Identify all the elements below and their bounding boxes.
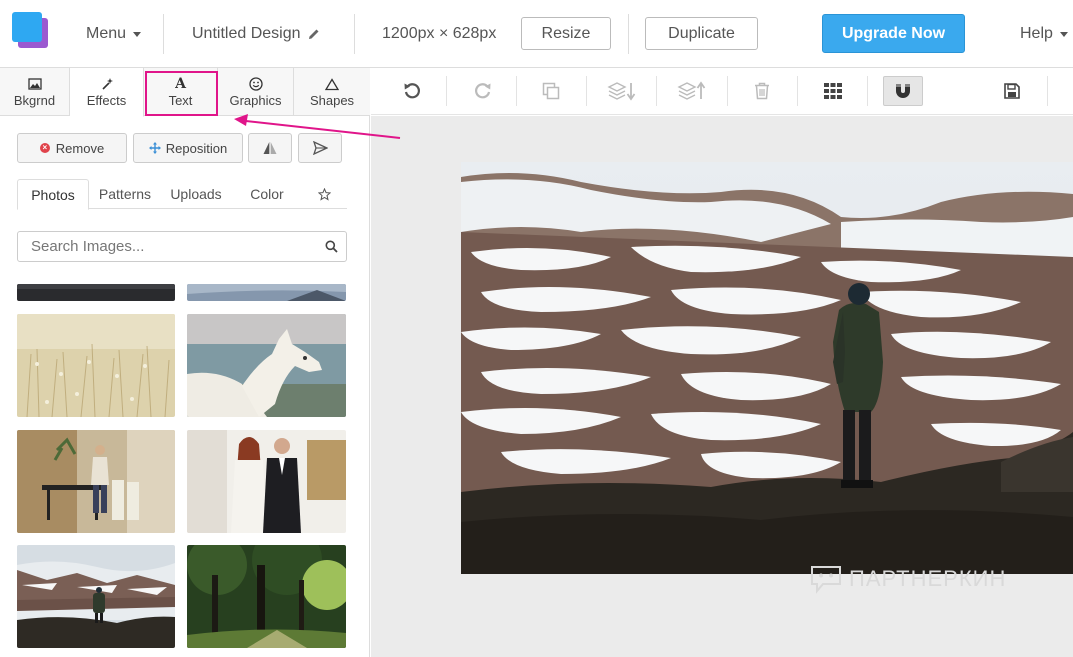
layer-down-button[interactable] (602, 76, 642, 106)
dimensions-label: 1200px × 628px (382, 25, 497, 42)
tab-color[interactable]: Color (237, 179, 297, 209)
layer-up-button[interactable] (672, 76, 712, 106)
photo-thumbnail-woman-in-kitchen[interactable] (17, 430, 175, 533)
magic-wand-icon (101, 78, 113, 90)
redo-button[interactable] (463, 76, 503, 106)
chevron-down-icon (133, 31, 142, 37)
send-icon (312, 141, 328, 155)
trash-icon (755, 82, 769, 100)
smiley-icon (248, 77, 263, 91)
tab-favorites[interactable] (310, 179, 338, 209)
duplicate-button[interactable]: Duplicate (645, 17, 758, 50)
tab-uploads[interactable]: Uploads (162, 179, 230, 209)
watermark-text: ПАРТНЕРКИН (849, 566, 1007, 591)
reposition-label: Reposition (165, 140, 228, 156)
tab-label: Text (168, 93, 193, 108)
upgrade-button[interactable]: Upgrade Now (822, 14, 965, 53)
top-bar: Menu Untitled Design 1200px × 628px Resi… (0, 0, 1073, 68)
save-button[interactable] (992, 76, 1032, 106)
save-icon (1004, 83, 1020, 99)
image-icon (27, 78, 42, 90)
photo-thumbnail-dark-strip[interactable] (17, 284, 175, 301)
chevron-down-icon (1059, 31, 1068, 37)
editor-toolbar (371, 68, 1073, 115)
tab-text[interactable]: A Text (144, 68, 218, 116)
menu-dropdown[interactable]: Menu (86, 0, 142, 68)
star-icon (317, 187, 331, 201)
left-panel: Bkgrnd Effects A Text Graphics Shapes × (0, 68, 370, 657)
search-icon[interactable] (325, 240, 338, 253)
move-arrows-icon (148, 142, 161, 154)
help-dropdown[interactable]: Help (1020, 0, 1068, 68)
logo[interactable] (12, 12, 48, 48)
snap-magnet-button[interactable] (883, 76, 923, 106)
tab-shapes[interactable]: Shapes (294, 68, 370, 116)
tab-label: Bkgrnd (13, 93, 56, 108)
reposition-button[interactable]: Reposition (133, 133, 243, 163)
grid-icon (824, 83, 842, 99)
remove-label: Remove (55, 140, 105, 156)
flip-icon (263, 142, 277, 154)
send-button[interactable] (298, 133, 342, 163)
triangle-icon (325, 77, 339, 90)
tab-label: Effects (86, 93, 127, 108)
tab-patterns[interactable]: Patterns (91, 179, 159, 209)
photo-thumbnail-couple-formal[interactable] (187, 430, 346, 533)
copy-icon (542, 82, 560, 100)
copy-button[interactable] (531, 76, 571, 106)
flip-button[interactable] (248, 133, 292, 163)
chat-bubble-icon (811, 566, 841, 594)
photo-thumbnail-hiker-snowy-mountains[interactable] (17, 545, 175, 648)
photo-source-tabs: Photos Patterns Uploads Color (17, 179, 347, 210)
photo-thumbnail-blue-strip[interactable] (187, 284, 346, 301)
canvas-background-image (461, 162, 1073, 574)
design-title[interactable]: Untitled Design (192, 0, 321, 68)
design-title-label: Untitled Design (192, 25, 301, 42)
tab-effects[interactable]: Effects (70, 68, 144, 117)
watermark: ПАРТНЕРКИН (809, 564, 1006, 594)
undo-button[interactable] (392, 76, 432, 106)
layer-down-icon (607, 82, 636, 101)
design-canvas[interactable] (461, 162, 1073, 574)
magnet-icon (896, 84, 910, 98)
pencil-icon (308, 29, 318, 39)
remove-icon: × (39, 143, 50, 153)
resize-button[interactable]: Resize (521, 17, 611, 50)
search-input[interactable] (18, 232, 318, 261)
menu-label: Menu (86, 25, 127, 42)
search-box (17, 231, 347, 262)
photo-thumbnail-dry-grass-field[interactable] (17, 314, 175, 417)
layer-up-icon (677, 81, 706, 100)
canvas-area: ПАРТНЕРКИН (371, 116, 1073, 657)
tab-graphics[interactable]: Graphics (218, 68, 294, 116)
help-label: Help (1020, 25, 1053, 42)
remove-button[interactable]: × Remove (17, 133, 127, 163)
grid-button[interactable] (813, 76, 853, 106)
tab-bkgrnd[interactable]: Bkgrnd (0, 68, 70, 116)
text-a-icon: A (175, 76, 186, 92)
delete-button[interactable] (742, 76, 782, 106)
photo-thumbnail-forest-trees[interactable] (187, 545, 346, 648)
tab-label: Shapes (309, 93, 355, 108)
photo-thumbnail-white-llama[interactable] (187, 314, 346, 417)
category-tabs: Bkgrnd Effects A Text Graphics Shapes (0, 68, 370, 117)
tab-label: Graphics (229, 93, 282, 108)
undo-icon (404, 83, 420, 99)
tab-photos[interactable]: Photos (17, 179, 89, 210)
redo-icon (475, 83, 491, 99)
